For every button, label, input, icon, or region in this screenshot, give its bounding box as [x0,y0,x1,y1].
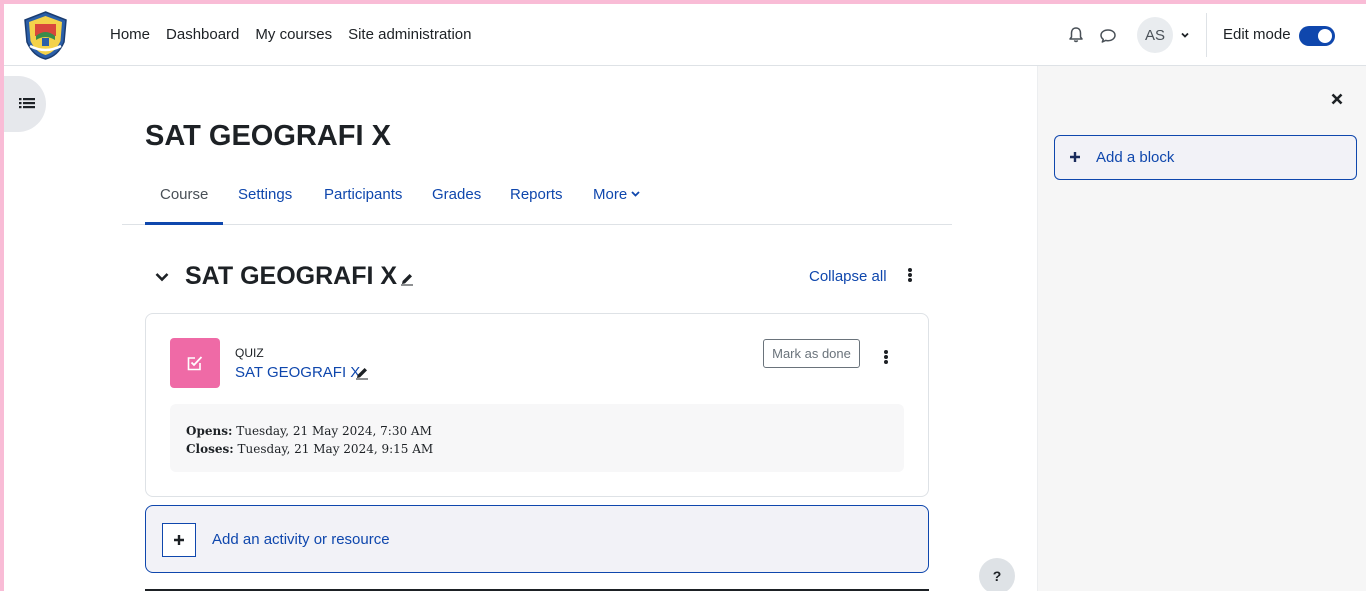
opens-label: Opens: [186,424,233,438]
section-actions-kebab-icon[interactable] [908,268,912,282]
activity-name-link[interactable]: SAT GEOGRAFI X [235,364,360,381]
help-button[interactable]: ? [979,558,1015,591]
nav-my-courses[interactable]: My courses [247,4,340,66]
primary-navigation: Home Dashboard My courses Site administr… [110,4,480,66]
activity-dates: Opens: Tuesday, 21 May 2024, 7:30 AM Clo… [170,404,904,472]
tab-more[interactable]: More [593,186,640,203]
user-menu-chevron-down-icon[interactable] [1180,30,1190,40]
tab-grades[interactable]: Grades [432,186,481,203]
close-drawer-icon[interactable] [1330,92,1344,106]
nav-dashboard[interactable]: Dashboard [158,4,247,66]
edit-mode-toggle[interactable] [1299,26,1335,46]
add-activity-plus-icon [162,523,196,557]
list-icon [19,98,35,109]
edit-mode-label: Edit mode [1223,26,1291,43]
add-activity-label: Add an activity or resource [212,531,390,548]
tab-more-label: More [593,186,628,203]
course-index-drawer-button[interactable] [4,76,46,132]
navbar-divider [1206,13,1207,57]
opens-value: Tuesday, 21 May 2024, 7:30 AM [236,424,432,438]
edit-activity-name-pencil-icon[interactable] [355,366,369,380]
nav-site-administration[interactable]: Site administration [340,4,479,66]
collapse-all-link[interactable]: Collapse all [809,268,887,285]
closes-value: Tuesday, 21 May 2024, 9:15 AM [237,442,434,456]
nav-home[interactable]: Home [110,4,158,66]
browser-frame: Home Dashboard My courses Site administr… [4,4,1366,591]
mark-as-done-button[interactable]: Mark as done [763,339,860,368]
block-drawer: Add a block [1037,66,1366,591]
activity-type-label: QUIZ [235,346,264,360]
add-block-plus-icon [1070,152,1080,162]
add-activity-or-resource-button[interactable]: Add an activity or resource [145,505,929,573]
add-block-label: Add a block [1096,149,1175,166]
course-secondary-navigation: Course Settings Participants Grades Repo… [122,172,952,225]
messages-chat-icon[interactable] [1099,27,1117,45]
user-avatar[interactable]: AS [1137,17,1173,53]
edit-mode-toggle-knob [1318,29,1332,43]
tab-settings[interactable]: Settings [238,186,292,203]
notifications-bell-icon[interactable] [1067,26,1085,44]
tab-reports[interactable]: Reports [510,186,563,203]
checkbox-edit-icon [187,356,203,371]
section-title: SAT GEOGRAFI X [185,262,398,290]
add-a-block-button[interactable]: Add a block [1054,135,1357,180]
page-title: SAT GEOGRAFI X [145,120,391,152]
top-navbar: Home Dashboard My courses Site administr… [4,4,1366,66]
section-collapse-chevron-icon[interactable] [154,269,170,285]
tab-course[interactable]: Course [160,186,208,203]
closes-date-row: Closes: Tuesday, 21 May 2024, 9:15 AM [186,440,888,458]
opens-date-row: Opens: Tuesday, 21 May 2024, 7:30 AM [186,422,888,440]
tab-participants[interactable]: Participants [324,186,402,203]
closes-label: Closes: [186,442,234,456]
active-tab-indicator [145,222,223,225]
quiz-activity-card: QUIZ SAT GEOGRAFI X Mark as done Opens: … [145,313,929,497]
more-chevron-down-icon [631,191,640,197]
activity-actions-kebab-icon[interactable] [884,350,888,364]
edit-section-pencil-icon[interactable] [400,272,414,286]
school-logo-icon[interactable] [20,10,71,61]
quiz-activity-icon [170,338,220,388]
